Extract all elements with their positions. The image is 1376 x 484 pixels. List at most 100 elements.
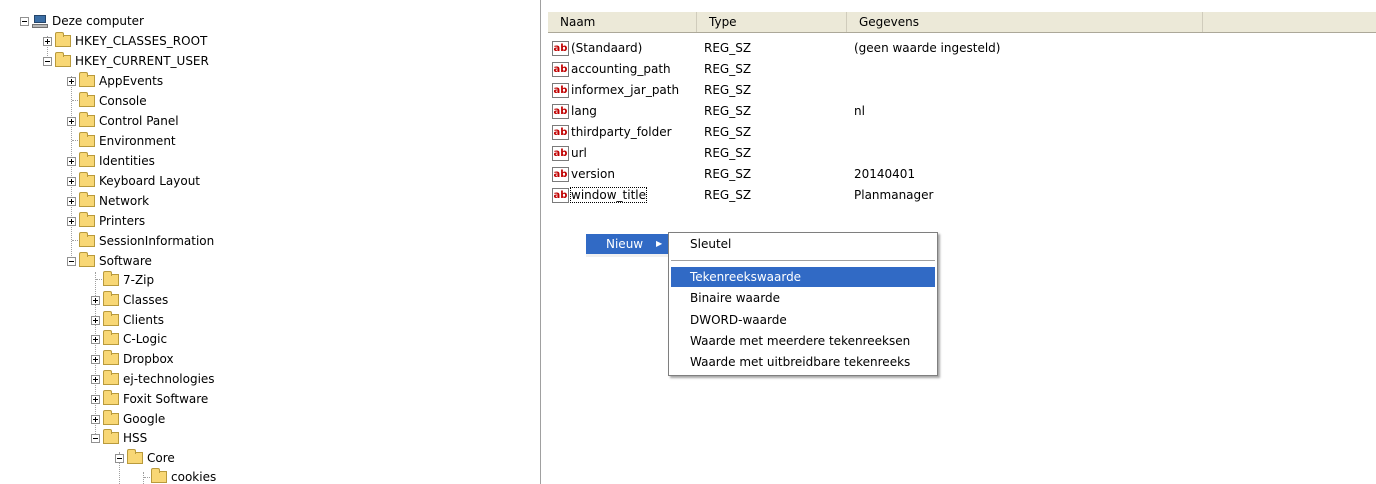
string-value-icon: ab — [552, 166, 569, 182]
tree-item-session-information[interactable]: SessionInformation — [67, 231, 214, 251]
menu-item-multi-string-value[interactable]: Waarde met meerdere tekenreeksen — [671, 331, 935, 351]
tree-item-c-logic[interactable]: C-Logic — [91, 329, 167, 349]
value-name: informex_jar_path — [571, 83, 680, 97]
expand-toggle-icon[interactable] — [91, 414, 100, 424]
value-row[interactable]: ab version REG_SZ 20140401 — [552, 164, 915, 184]
tree-item-deze-computer[interactable]: Deze computer — [20, 11, 144, 31]
value-row[interactable]: ab informex_jar_path REG_SZ — [552, 80, 751, 100]
tree-item-control-panel[interactable]: Control Panel — [67, 111, 179, 131]
string-value-icon: ab — [552, 103, 569, 119]
tree-item-software[interactable]: Software — [67, 251, 152, 271]
expand-toggle-icon[interactable] — [67, 156, 76, 166]
string-value-icon: ab — [552, 40, 569, 56]
tree-item-label: Core — [147, 451, 175, 465]
expand-toggle-icon[interactable] — [67, 196, 76, 206]
folder-icon — [103, 330, 119, 345]
tree-item-google[interactable]: Google — [91, 409, 165, 429]
column-header-data[interactable]: Gegevens — [847, 12, 1203, 32]
value-row[interactable]: ab window_title REG_SZ Planmanager — [552, 185, 933, 205]
value-row[interactable]: ab thirdparty_folder REG_SZ — [552, 122, 751, 142]
collapse-toggle-icon[interactable] — [115, 453, 124, 463]
folder-icon — [55, 32, 71, 47]
tree-item-network[interactable]: Network — [67, 191, 149, 211]
tree-item-ej-technologies[interactable]: ej-technologies — [91, 369, 215, 389]
expand-toggle-icon[interactable] — [67, 76, 76, 86]
expand-toggle-icon[interactable] — [91, 394, 100, 404]
tree-item-core[interactable]: Core — [115, 448, 175, 468]
value-data: nl — [854, 104, 865, 118]
value-row[interactable]: ab accounting_path REG_SZ — [552, 59, 751, 79]
tree-item-hkcr[interactable]: HKEY_CLASSES_ROOT — [43, 31, 207, 51]
expand-toggle-icon[interactable] — [67, 116, 76, 126]
folder-icon — [79, 72, 95, 87]
tree-item-identities[interactable]: Identities — [67, 151, 155, 171]
tree-item-label: HKEY_CURRENT_USER — [75, 54, 209, 68]
value-row[interactable]: ab (Standaard) REG_SZ (geen waarde inges… — [552, 38, 1000, 58]
tree-item-label: Network — [99, 194, 150, 208]
tree-item-classes[interactable]: Classes — [91, 290, 168, 310]
folder-icon — [103, 271, 119, 286]
folder-icon — [79, 132, 95, 147]
computer-icon — [32, 14, 48, 28]
tree-item-environment[interactable]: Environment — [67, 131, 176, 151]
menu-item-dword-value[interactable]: DWORD-waarde — [671, 310, 935, 330]
tree-item-printers[interactable]: Printers — [67, 211, 145, 231]
expand-toggle-icon[interactable] — [91, 354, 100, 364]
value-row[interactable]: ab url REG_SZ — [552, 143, 751, 163]
tree-item-clients[interactable]: Clients — [91, 310, 164, 330]
tree-item-label: Google — [123, 412, 166, 426]
tree-item-7zip[interactable]: 7-Zip — [91, 270, 154, 290]
expand-toggle-icon[interactable] — [91, 374, 100, 384]
tree-item-cookies[interactable]: cookies — [139, 467, 216, 484]
tree-item-hss[interactable]: HSS — [91, 428, 147, 448]
expand-toggle-icon[interactable] — [43, 36, 52, 46]
tree-item-appevents[interactable]: AppEvents — [67, 71, 163, 91]
expand-toggle-icon[interactable] — [67, 176, 76, 186]
expand-toggle-icon[interactable] — [91, 334, 100, 344]
menu-item-expandable-string-value[interactable]: Waarde met uitbreidbare tekenreeks — [671, 352, 935, 372]
menu-item-string-value[interactable]: Tekenreekswaarde — [671, 267, 935, 287]
registry-tree-pane[interactable]: Deze computer HKEY_CLASSES_ROOT HKEY_CUR… — [0, 0, 541, 484]
column-header-name[interactable]: Naam — [548, 12, 697, 32]
collapse-toggle-icon[interactable] — [67, 256, 76, 266]
tree-item-console[interactable]: Console — [67, 91, 147, 111]
focused-value-name: window_title — [570, 187, 647, 203]
value-type: REG_SZ — [704, 104, 752, 118]
value-row[interactable]: ab lang REG_SZ nl — [552, 101, 865, 121]
expand-toggle-icon[interactable] — [91, 315, 100, 325]
tree-item-foxit-software[interactable]: Foxit Software — [91, 389, 208, 409]
value-type: REG_SZ — [704, 146, 752, 160]
value-name: version — [571, 167, 615, 181]
expand-toggle-icon[interactable] — [67, 216, 76, 226]
column-header-type[interactable]: Type — [697, 12, 847, 32]
menu-item-new[interactable]: Nieuw ▶ — [586, 234, 668, 254]
tree-item-label: Software — [99, 254, 152, 268]
string-value-icon: ab — [552, 61, 569, 77]
tree-item-label: HKEY_CLASSES_ROOT — [75, 34, 208, 48]
tree-item-label: Printers — [99, 214, 146, 228]
tree-item-hkcu[interactable]: HKEY_CURRENT_USER — [43, 51, 209, 71]
tree-item-label: HSS — [123, 431, 148, 445]
collapse-toggle-icon[interactable] — [91, 433, 100, 443]
tree-item-dropbox[interactable]: Dropbox — [91, 349, 174, 369]
collapse-toggle-icon[interactable] — [20, 16, 29, 26]
tree-item-keyboard-layout[interactable]: Keyboard Layout — [67, 171, 200, 191]
folder-icon — [79, 212, 95, 227]
submenu-arrow-icon: ▶ — [656, 239, 663, 248]
menu-item-binary-value[interactable]: Binaire waarde — [671, 288, 935, 308]
column-header-bar: Naam Type Gegevens — [548, 12, 1376, 33]
string-value-icon: ab — [552, 145, 569, 161]
tree-item-label: AppEvents — [99, 74, 164, 88]
folder-icon — [79, 192, 95, 207]
expand-toggle-icon[interactable] — [91, 295, 100, 305]
value-name: lang — [571, 104, 597, 118]
collapse-toggle-icon[interactable] — [43, 56, 52, 66]
value-name: thirdparty_folder — [571, 125, 672, 139]
tree-item-label: 7-Zip — [123, 273, 155, 287]
folder-icon — [79, 152, 95, 167]
menu-item-key[interactable]: Sleutel — [671, 234, 935, 254]
value-data: (geen waarde ingesteld) — [854, 41, 1001, 55]
folder-icon — [103, 390, 119, 405]
folder-icon — [103, 350, 119, 365]
folder-icon — [79, 92, 95, 107]
